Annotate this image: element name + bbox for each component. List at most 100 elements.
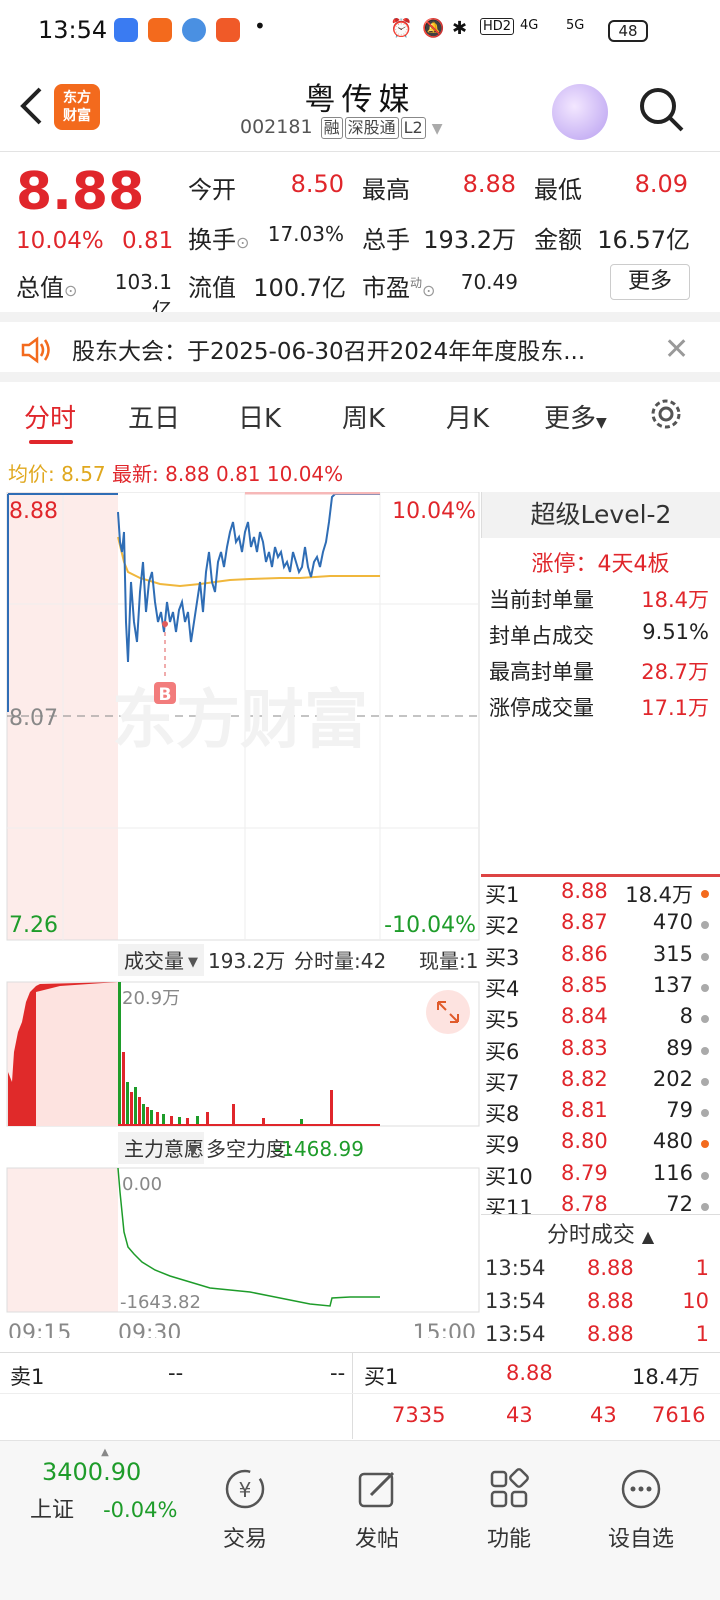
more-button[interactable]: 更多: [610, 264, 690, 300]
tab-weekly-k[interactable]: 周K: [342, 398, 385, 435]
bid-row[interactable]: 买7 8.82 202: [485, 1067, 715, 1098]
axis-mid-price: 8.07: [9, 706, 58, 731]
more-dots-icon: [621, 1469, 661, 1509]
assistant-robot-avatar[interactable]: [552, 84, 608, 140]
app-notification-icon: [148, 18, 172, 42]
bid-level: 买7: [485, 1070, 520, 1095]
force-value: -1468.99: [274, 1137, 364, 1161]
level2-row: 最高封单量 28.7万: [489, 660, 709, 684]
alarm-icon: ⏰: [390, 18, 413, 39]
gear-icon[interactable]: [648, 396, 684, 432]
clock: 13:54: [38, 16, 108, 44]
index-ticker[interactable]: ▲ 3400.90 上证 -0.04%: [30, 1447, 180, 1537]
dropdown-caret-icon[interactable]: ▼: [432, 121, 443, 137]
latest-label: 最新:: [112, 462, 159, 486]
bid-price: 8.80: [561, 1129, 608, 1154]
float-value: 100.7亿: [253, 274, 346, 302]
bid-qty: 79: [666, 1098, 693, 1123]
search-icon[interactable]: [636, 84, 686, 134]
sell1-price: --: [168, 1361, 184, 1385]
expand-button[interactable]: [426, 990, 470, 1034]
tick-trades[interactable]: 分时成交 ▲ 13:54 8.88 1 13:54 8.88 10 13:54 8.88 1: [481, 1214, 720, 1346]
intraday-chart[interactable]: 东方财富 8.88 8.07 7.26 10.04% -10.04% B 成交量…: [0, 492, 480, 1338]
volume-bar: [150, 1110, 153, 1126]
bid-row[interactable]: 买2 8.87 470: [485, 910, 715, 941]
level2-row: 封单占成交 9.51%: [489, 620, 709, 648]
volume-dropdown-label[interactable]: 成交量: [124, 949, 184, 973]
high-label: 最高: [362, 176, 410, 204]
bid-row[interactable]: 买9 8.80 480: [485, 1129, 715, 1160]
pe-value: 70.49: [460, 270, 518, 294]
volume-bar: [118, 982, 121, 1126]
tab-intraday[interactable]: 分时: [24, 398, 76, 435]
volume-label: 总手: [362, 226, 410, 254]
svg-text:¥: ¥: [239, 1478, 252, 1502]
bottom-nav: ▲ 3400.90 上证 -0.04% ¥ 交易 发帖 功能 设自选: [0, 1440, 720, 1600]
tab-five-day[interactable]: 五日: [128, 398, 180, 435]
flow-bottom-label: -1643.82: [120, 1292, 201, 1313]
nav-post[interactable]: 发帖: [322, 1467, 432, 1553]
watermark: 东方财富: [112, 684, 368, 758]
info-icon[interactable]: ⊙: [422, 281, 435, 300]
bid-row[interactable]: 买4 8.85 137: [485, 973, 715, 1004]
change-percent: 10.04%: [16, 228, 104, 254]
high-value: 8.88: [462, 170, 516, 198]
bid-row[interactable]: 买6 8.83 89: [485, 1036, 715, 1067]
bid-row[interactable]: 买10 8.79 116: [485, 1161, 715, 1192]
low-label: 最低: [534, 176, 582, 204]
tab-monthly-k[interactable]: 月K: [446, 398, 489, 435]
notice-banner[interactable]: 股东大会：于2025-06-30召开2024年年度股东... ✕: [0, 312, 720, 382]
level2-title[interactable]: 超级Level-2: [481, 492, 720, 538]
time-label-open: 09:30: [118, 1321, 181, 1338]
nav-watchlist[interactable]: 设自选: [586, 1467, 696, 1553]
tab-more[interactable]: 更多▼: [544, 398, 607, 435]
bid-row[interactable]: 买8 8.81 79: [485, 1098, 715, 1129]
bid-row[interactable]: 买3 8.86 315: [485, 942, 715, 973]
bid-row[interactable]: 买1 8.88 18.4万: [485, 879, 715, 910]
volume-bar: [156, 1112, 159, 1126]
low-value: 8.09: [634, 170, 688, 198]
bid-price: 8.87: [561, 910, 608, 935]
nav-functions[interactable]: 功能: [454, 1467, 564, 1553]
bid-dot-icon: [701, 952, 709, 961]
current-volume: 现量:1: [419, 949, 478, 973]
info-icon[interactable]: ⊙: [236, 233, 249, 252]
volume-bar: [122, 1052, 125, 1126]
info-icon[interactable]: ⊙: [64, 281, 77, 300]
change-amount: 0.81: [122, 228, 174, 254]
axis-top-price: 8.88: [9, 499, 58, 524]
bid-level: 买10: [485, 1164, 533, 1189]
bid-level: 买11: [485, 1196, 533, 1214]
battery-icon: 48: [608, 20, 648, 42]
bid-dot-icon: [701, 1171, 709, 1180]
amount-value: 16.57亿: [597, 226, 690, 254]
tag-margin: 融: [320, 117, 343, 139]
bid-row[interactable]: 买11 8.78 72: [485, 1192, 715, 1214]
nav-functions-label: 功能: [486, 1527, 531, 1552]
nav-trade[interactable]: ¥ 交易: [190, 1467, 300, 1553]
tick-trades-title[interactable]: 分时成交 ▲: [481, 1214, 720, 1256]
post-icon: [358, 1471, 395, 1508]
caret-up-icon: ▲: [101, 1447, 109, 1458]
bid-qty: 89: [666, 1035, 693, 1060]
bid-level: 买5: [485, 1008, 520, 1033]
pre-market-flow-shade: [7, 1168, 118, 1312]
tag-connect: 深股通: [344, 117, 399, 139]
bid-price: 8.83: [561, 1035, 608, 1060]
limit-up-streak: 涨停：4天4板: [531, 552, 670, 577]
close-icon[interactable]: ✕: [664, 332, 689, 367]
bid-dot-icon: [701, 890, 709, 898]
turnover-value: 17.03%: [267, 222, 344, 246]
buy-marker-label: B: [159, 685, 172, 705]
dropdown-caret-icon: ▼: [188, 955, 198, 970]
tab-daily-k[interactable]: 日K: [238, 398, 281, 435]
bid-dot-icon: [701, 1046, 709, 1055]
strip-value: 7616: [652, 1403, 706, 1427]
volume-baseline: [118, 1124, 380, 1126]
flow-top-label: 0.00: [122, 1174, 162, 1195]
tag-level2: L2: [400, 117, 426, 139]
bid-row[interactable]: 买5 8.84 8: [485, 1004, 715, 1035]
pe-label: 市盈动⊙: [362, 274, 436, 302]
price-line-series: [117, 493, 380, 663]
latest-value: 8.88: [165, 462, 210, 486]
